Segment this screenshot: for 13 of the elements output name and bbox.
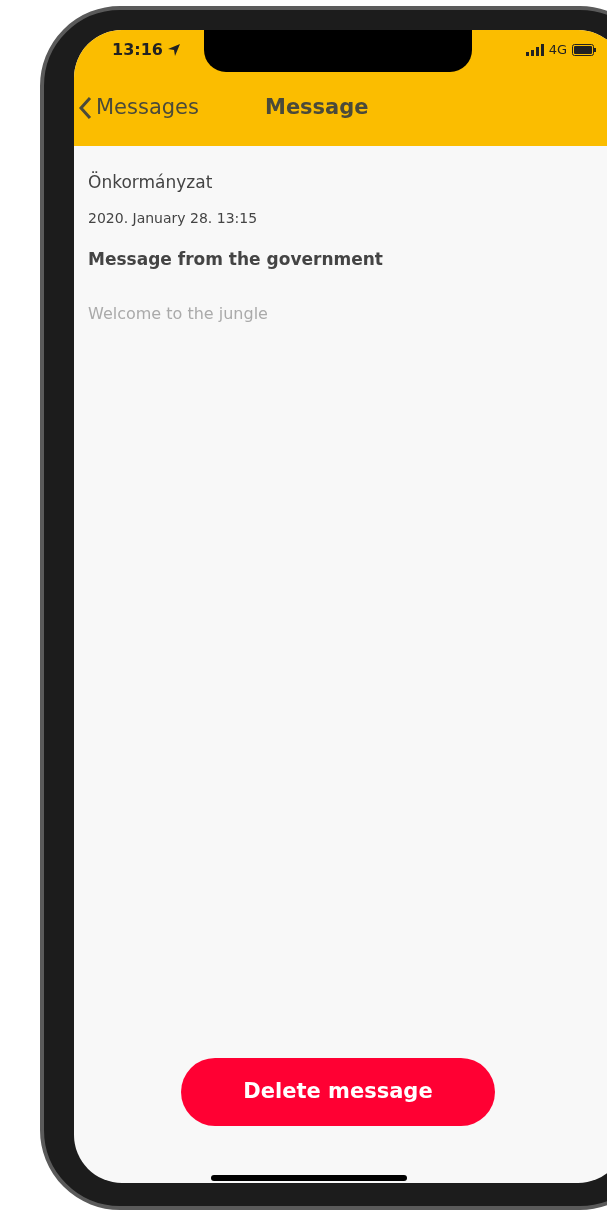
back-button[interactable]: Messages (78, 92, 199, 124)
network-label: 4G (548, 41, 567, 60)
nav-title: Message (265, 94, 369, 122)
message-body: Welcome to the jungle (88, 303, 269, 325)
signal-icon (525, 44, 544, 56)
message-date: 2020. January 28. 13:15 (88, 208, 259, 228)
chevron-left-icon (78, 96, 92, 120)
message-subject: Message from the government (88, 247, 384, 271)
message-sender: Önkormányzat (88, 170, 214, 194)
battery-icon (572, 44, 596, 56)
delete-message-button[interactable]: Delete message (181, 1058, 495, 1126)
status-time: 13:16 (112, 39, 163, 61)
location-arrow-icon (166, 43, 181, 57)
